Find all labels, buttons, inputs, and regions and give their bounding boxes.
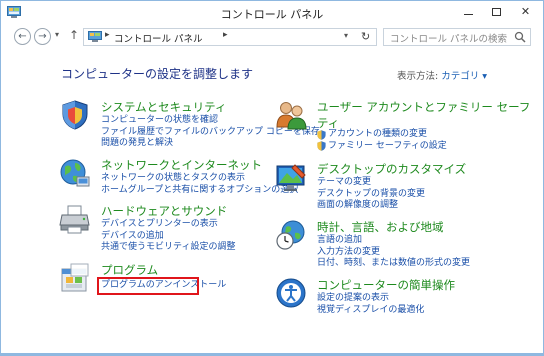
- programs-icon[interactable]: [59, 262, 91, 294]
- back-button[interactable]: ←: [14, 28, 31, 45]
- title-bar: コントロール パネル ✕: [1, 1, 543, 25]
- category-links: テーマの変更 デスクトップの背景の変更 画面の解像度の調整: [317, 177, 425, 212]
- link-change-background[interactable]: デスクトップの背景の変更: [317, 189, 425, 201]
- close-button[interactable]: ✕: [509, 1, 542, 23]
- chevron-down-icon: ▾: [55, 30, 60, 39]
- maximize-button[interactable]: [482, 1, 510, 23]
- search-input[interactable]: コントロール パネルの検索: [390, 31, 507, 45]
- minimize-icon: [463, 13, 473, 15]
- category-system-security: システムとセキュリティ コンピューターの状態を確認 ファイル履歴でファイルのバッ…: [59, 99, 320, 151]
- navigation-bar: ← → ▾ ↑ ▸ コントロール パネル ▸ ▾ ↻ コントロール パネルの検索: [1, 25, 543, 49]
- address-dropdown-icon[interactable]: ▾: [344, 31, 348, 40]
- minimize-button[interactable]: [454, 1, 482, 23]
- view-by-dropdown[interactable]: カテゴリ ▾: [441, 71, 487, 82]
- link-mobility-settings[interactable]: 共通で使うモビリティ設定の調整: [101, 242, 235, 254]
- category-title[interactable]: ネットワークとインターネット: [101, 157, 262, 173]
- breadcrumb-control-panel[interactable]: コントロール パネル: [114, 31, 203, 45]
- forward-button[interactable]: →: [34, 28, 51, 45]
- clock-globe-icon[interactable]: [275, 219, 307, 251]
- link-change-theme[interactable]: テーマの変更: [317, 177, 425, 189]
- refresh-icon[interactable]: ↻: [361, 30, 370, 43]
- view-by: 表示方法: カテゴリ ▾: [397, 68, 487, 82]
- network-icon[interactable]: [59, 157, 91, 189]
- link-change-date-time-format[interactable]: 日付、時刻、または数値の形式の変更: [317, 258, 470, 270]
- category-title[interactable]: ユーザー アカウントとファミリー セーフ ティ: [317, 99, 530, 131]
- category-desktop-customization: デスクトップのカスタマイズ テーマの変更 デスクトップの背景の変更 画面の解像度…: [275, 161, 515, 211]
- control-panel-icon: [88, 31, 102, 42]
- up-button[interactable]: ↑: [69, 28, 79, 42]
- link-change-input-method[interactable]: 入力方法の変更: [317, 247, 470, 259]
- category-network-internet: ネットワークとインターネット ネットワークの状態とタスクの表示 ホームグループと…: [59, 157, 298, 199]
- category-title-line-2: ティ: [317, 116, 340, 130]
- arrow-left-icon: ←: [18, 31, 27, 42]
- category-title[interactable]: プログラム: [101, 262, 158, 278]
- link-label: ファミリー セーフティの設定: [328, 140, 447, 151]
- link-network-status[interactable]: ネットワークの状態とタスクの表示: [101, 173, 298, 185]
- link-label: アカウントの種類の変更: [328, 129, 428, 139]
- link-change-account-type[interactable]: アカウントの種類の変更: [317, 129, 447, 141]
- recent-locations-button[interactable]: ▾: [55, 30, 59, 39]
- desktop-icon[interactable]: [275, 161, 307, 193]
- maximize-icon: [491, 8, 501, 16]
- link-add-device[interactable]: デバイスの追加: [101, 231, 235, 243]
- category-user-accounts: ユーザー アカウントとファミリー セーフ ティ アカウントの種類の変更 ファミリ…: [275, 99, 530, 155]
- category-links: 設定の提案の表示 視覚ディスプレイの最適化: [317, 293, 424, 316]
- link-suggested-settings[interactable]: 設定の提案の表示: [317, 293, 424, 305]
- highlight-box: [97, 277, 199, 295]
- category-title-line-1: ユーザー アカウントとファミリー セーフ: [317, 100, 531, 114]
- link-devices-printers[interactable]: デバイスとプリンターの表示: [101, 219, 235, 231]
- search-icon[interactable]: [514, 31, 526, 43]
- category-title[interactable]: 時計、言語、および地域: [317, 219, 444, 235]
- link-add-language[interactable]: 言語の追加: [317, 235, 470, 247]
- uac-shield-icon: [317, 141, 326, 152]
- users-icon[interactable]: [275, 99, 307, 131]
- uac-shield-icon: [317, 130, 326, 140]
- category-hardware-sound: ハードウェアとサウンド デバイスとプリンターの表示 デバイスの追加 共通で使うモ…: [59, 203, 269, 255]
- category-title[interactable]: デスクトップのカスタマイズ: [317, 161, 466, 177]
- link-family-safety[interactable]: ファミリー セーフティの設定: [317, 141, 447, 153]
- window-bottom-border: [1, 353, 543, 355]
- category-links: アカウントの種類の変更 ファミリー セーフティの設定: [317, 129, 447, 152]
- control-panel-window: コントロール パネル ✕ ← → ▾ ↑ ▸ コントロール パネル ▸ ▾ ↻ …: [0, 0, 544, 356]
- shield-icon[interactable]: [59, 99, 91, 131]
- view-by-label: 表示方法:: [397, 71, 439, 82]
- ease-of-access-icon[interactable]: [275, 277, 307, 309]
- link-homegroup-sharing[interactable]: ホームグループと共有に関するオプションの選択: [101, 185, 298, 197]
- breadcrumb-separator-icon[interactable]: ▸: [223, 30, 228, 40]
- category-links: デバイスとプリンターの表示 デバイスの追加 共通で使うモビリティ設定の調整: [101, 219, 235, 254]
- close-icon: ✕: [520, 5, 531, 18]
- category-links: ネットワークの状態とタスクの表示 ホームグループと共有に関するオプションの選択: [101, 173, 298, 196]
- arrow-up-icon: ↑: [69, 28, 80, 42]
- category-ease-of-access: コンピューターの簡単操作 設定の提案の表示 視覚ディスプレイの最適化: [275, 277, 515, 317]
- breadcrumb-separator-icon[interactable]: ▸: [105, 30, 110, 40]
- page-heading: コンピューターの設定を調整します: [61, 67, 254, 81]
- printer-icon[interactable]: [59, 203, 91, 235]
- link-adjust-resolution[interactable]: 画面の解像度の調整: [317, 200, 425, 212]
- category-title[interactable]: システムとセキュリティ: [101, 99, 226, 115]
- category-links: 言語の追加 入力方法の変更 日付、時刻、または数値の形式の変更: [317, 235, 470, 270]
- arrow-right-icon: →: [38, 31, 47, 42]
- address-bar[interactable]: ▸ コントロール パネル ▸ ▾ ↻: [83, 28, 377, 46]
- link-optimize-visual-display[interactable]: 視覚ディスプレイの最適化: [317, 305, 424, 317]
- category-clock-language-region: 時計、言語、および地域 言語の追加 入力方法の変更 日付、時刻、または数値の形式…: [275, 219, 515, 271]
- search-box[interactable]: コントロール パネルの検索: [383, 28, 531, 46]
- category-title[interactable]: コンピューターの簡単操作: [317, 277, 455, 293]
- category-title[interactable]: ハードウェアとサウンド: [101, 203, 227, 219]
